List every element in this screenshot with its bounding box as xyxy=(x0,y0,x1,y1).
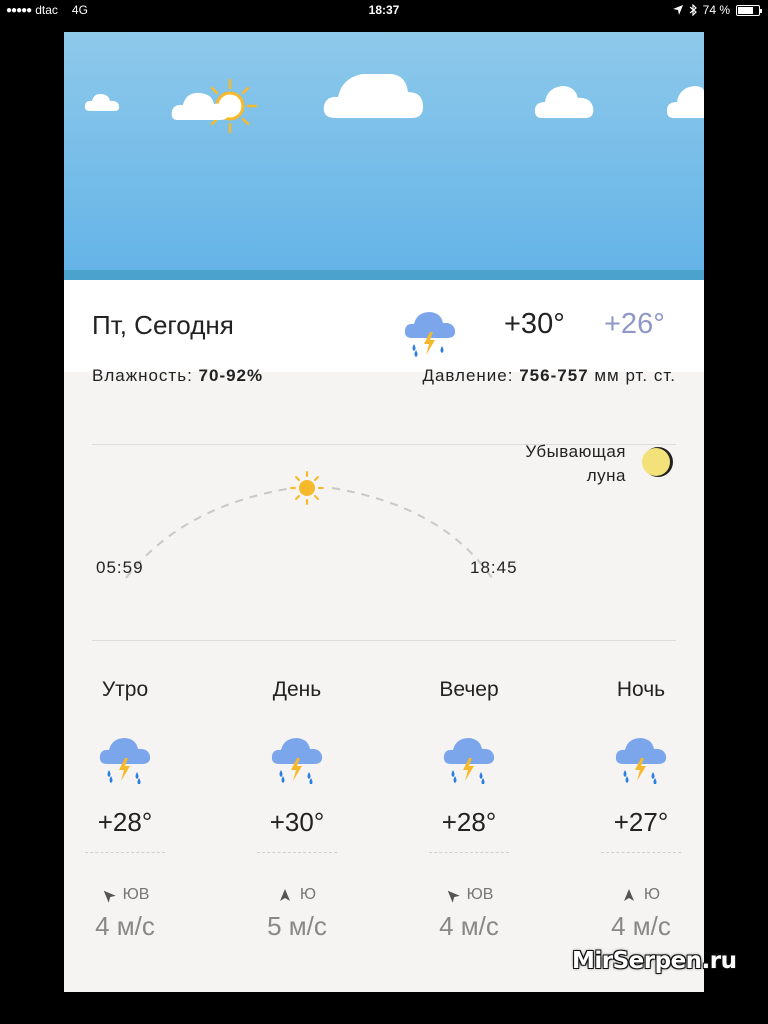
wind-arrow-icon xyxy=(103,890,116,903)
thunderstorm-rain-icon xyxy=(222,732,372,788)
period-name: Ночь xyxy=(616,678,666,701)
day-periods: Утро +28° ЮВ 4 м/с День +30° Ю 5 м/с Веч… xyxy=(64,640,704,942)
sun-icon xyxy=(290,471,324,505)
wind-dir-label: Ю xyxy=(643,886,661,903)
period-name: Утро xyxy=(101,678,149,701)
wind-direction: ЮВ xyxy=(394,885,544,905)
humidity: Влажность: 70-92% xyxy=(92,366,263,386)
period-name: Вечер xyxy=(439,678,499,701)
humidity-label: Влажность: xyxy=(92,366,193,385)
thunderstorm-rain-icon xyxy=(566,732,716,788)
dashed-divider xyxy=(429,852,509,853)
thunderstorm-rain-icon xyxy=(394,732,544,788)
wind-direction: Ю xyxy=(222,885,372,905)
sunset-time: 18:45 xyxy=(470,558,518,577)
pressure-value: 756-757 xyxy=(519,366,589,385)
period-morning[interactable]: Утро +28° ЮВ 4 м/с xyxy=(50,676,200,942)
battery-icon xyxy=(736,4,762,16)
period-name: День xyxy=(272,678,322,701)
wind-arrow-icon xyxy=(447,890,460,903)
thunderstorm-rain-icon xyxy=(50,732,200,788)
watermark: MirSerpen.ru xyxy=(572,948,737,974)
period-day[interactable]: День +30° Ю 5 м/с xyxy=(222,676,372,942)
pressure-label: Давление: xyxy=(422,366,514,385)
wind-speed: 4 м/с xyxy=(439,911,499,941)
wind-speed: 4 м/с xyxy=(611,911,671,941)
pressure-unit: мм рт. ст. xyxy=(594,366,676,385)
sun-path-arc xyxy=(125,471,493,579)
wind-arrow-icon xyxy=(279,889,290,901)
wind-speed: 5 м/с xyxy=(267,911,327,941)
wind-dir-label: ЮВ xyxy=(122,886,150,903)
dashed-divider xyxy=(601,852,681,853)
period-night[interactable]: Ночь +27° Ю 4 м/с xyxy=(566,676,716,942)
period-evening[interactable]: Вечер +28° ЮВ 4 м/с xyxy=(394,676,544,942)
wind-speed: 4 м/с xyxy=(95,911,155,941)
period-temp: +28° xyxy=(441,807,497,837)
wind-arrow-icon xyxy=(623,889,634,901)
wind-direction: Ю xyxy=(566,885,716,905)
moon-phase-line1: Убывающая xyxy=(525,442,626,461)
period-temp: +30° xyxy=(269,807,325,837)
battery-level xyxy=(738,6,753,14)
sunrise-time: 05:59 xyxy=(96,558,144,577)
pressure: Давление: 756-757 мм рт. ст. xyxy=(422,366,676,386)
wind-direction: ЮВ xyxy=(50,885,200,905)
dashed-divider xyxy=(85,852,165,853)
waning-moon-icon xyxy=(642,447,673,477)
humidity-value: 70-92% xyxy=(198,366,264,385)
dashed-divider xyxy=(257,852,337,853)
wind-dir-label: ЮВ xyxy=(466,886,494,903)
wind-dir-label: Ю xyxy=(299,886,317,903)
period-temp: +28° xyxy=(97,807,153,837)
period-temp: +27° xyxy=(613,807,669,837)
moon-phase-line2: луна xyxy=(586,466,626,485)
moon-phase-label: Убывающая луна xyxy=(525,440,626,488)
battery-percent: 74 % xyxy=(702,3,730,17)
card-content: Влажность: 70-92% Давление: 756-757 мм р… xyxy=(64,0,704,1024)
